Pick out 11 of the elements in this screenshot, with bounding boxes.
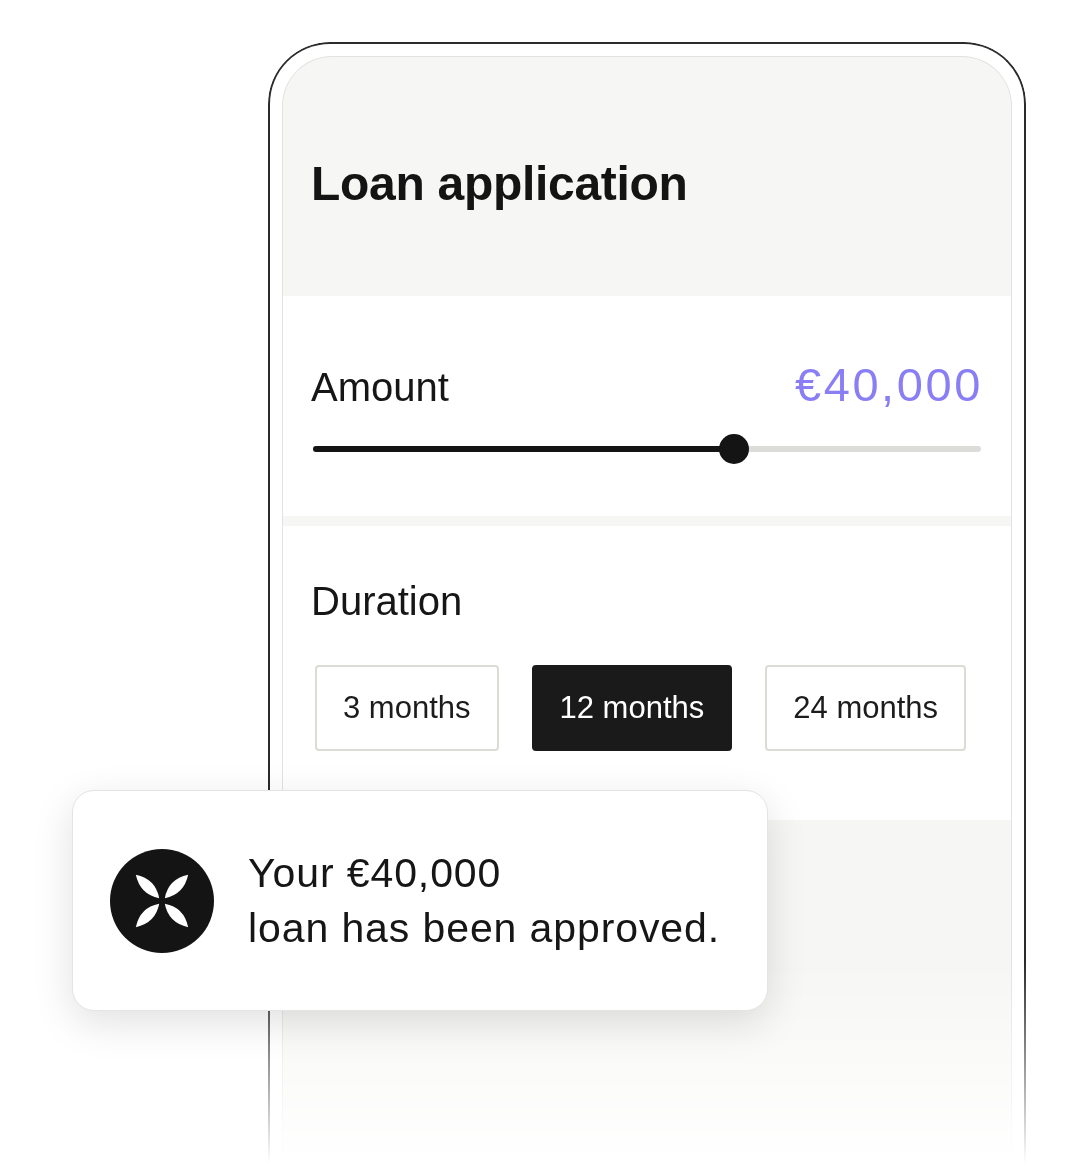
notification-message: Your €40,000 loan has been approved. [248, 848, 721, 953]
slider-thumb[interactable] [718, 434, 749, 464]
amount-slider[interactable] [313, 434, 981, 464]
duration-option[interactable]: 3 months [315, 665, 499, 751]
flower-icon [110, 848, 214, 953]
amount-value: €40,000 [794, 361, 983, 409]
duration-option[interactable]: 12 months [531, 665, 733, 751]
duration-option[interactable]: 24 months [765, 665, 967, 751]
amount-label: Amount [311, 364, 449, 411]
duration-label: Duration [311, 579, 463, 623]
screen-title: Loan application [311, 156, 689, 212]
